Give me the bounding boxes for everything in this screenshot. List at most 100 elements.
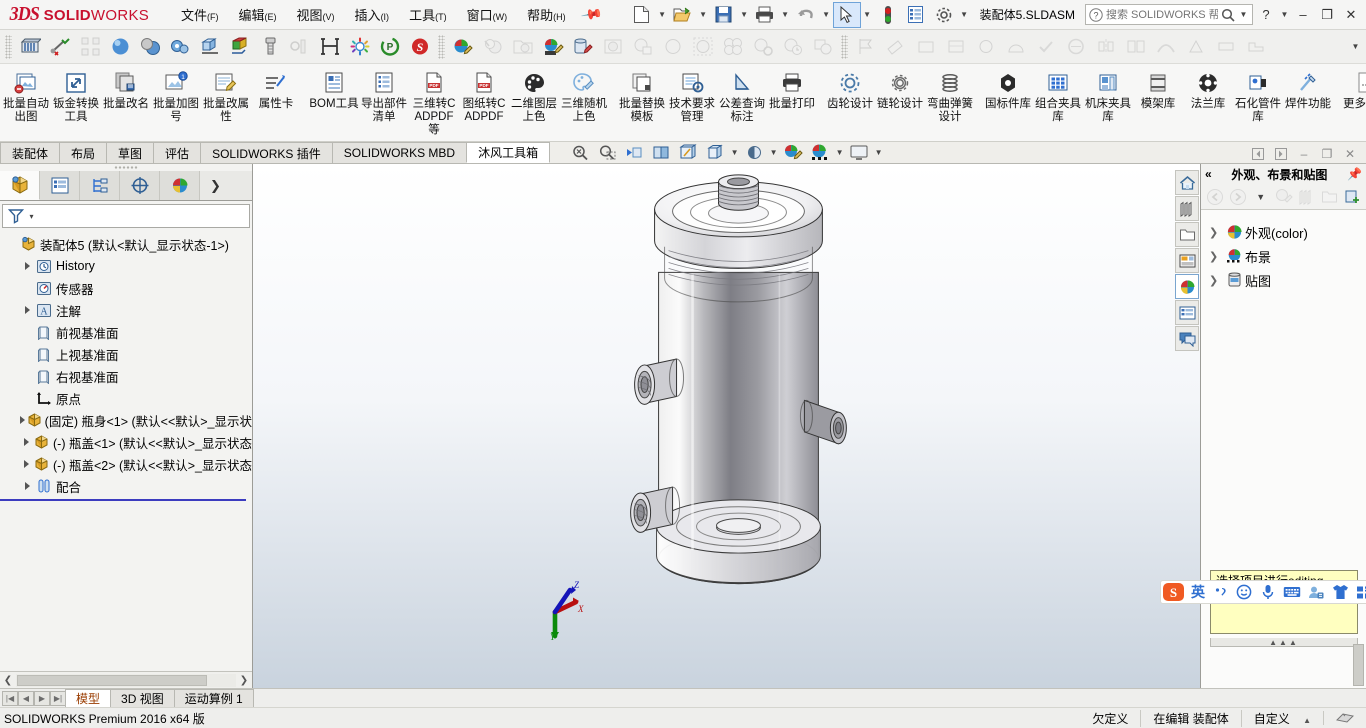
menu-edit[interactable]: 编辑(E) xyxy=(230,1,286,28)
chevron-right-icon[interactable]: ❯ xyxy=(200,171,252,200)
tolerance-annotation-button[interactable]: 公差查询标注 xyxy=(717,66,767,138)
photoview-preview-icon[interactable]: P xyxy=(375,33,405,61)
back-arrow-icon[interactable] xyxy=(1204,186,1226,208)
flag-icon[interactable] xyxy=(851,33,881,61)
flange-library-button[interactable]: 法兰库 xyxy=(1183,66,1233,138)
status-custom-caret-icon[interactable]: ▲ xyxy=(1303,716,1311,725)
batch-edit-property-button[interactable]: 批量改属性 xyxy=(201,66,251,138)
chevron-right-icon[interactable]: ❯ xyxy=(1209,274,1223,287)
drawing-to-cadpdf-button[interactable]: PDF 图纸转CADPDF xyxy=(459,66,509,138)
measure-2-icon[interactable] xyxy=(881,33,911,61)
last-tab-button[interactable]: ▶| xyxy=(50,690,66,706)
sensor-2-icon[interactable] xyxy=(971,33,1001,61)
forward-arrow-icon[interactable] xyxy=(1227,186,1249,208)
tshirt-icon[interactable] xyxy=(1330,582,1350,602)
rail-home-button[interactable] xyxy=(1175,170,1199,195)
task-panel-scroll-thumb[interactable] xyxy=(1353,644,1364,686)
scroll-track[interactable] xyxy=(16,673,236,687)
bom-tool-button[interactable]: BOM工具 xyxy=(309,66,359,138)
property-manager-tab[interactable] xyxy=(40,171,80,200)
simulation-icon[interactable]: S xyxy=(405,33,435,61)
save-caret-icon[interactable]: ▼ xyxy=(739,10,750,19)
cad3d-to-pdf-button[interactable]: PDF 三维转CADPDF等 xyxy=(409,66,459,138)
menu-tools[interactable]: 工具(T) xyxy=(400,1,456,28)
tab-sketch[interactable]: 草图 xyxy=(106,142,155,163)
tab-mufeng-toolbox[interactable]: 沐风工具箱 xyxy=(466,142,551,163)
expand-toggle[interactable] xyxy=(20,460,33,468)
bottom-tab-model[interactable]: 模型 xyxy=(65,689,112,707)
help-button[interactable]: ? xyxy=(1255,4,1277,26)
view-orientation-icon[interactable] xyxy=(675,142,701,163)
gears-icon[interactable] xyxy=(165,33,195,61)
configuration-manager-tab[interactable] xyxy=(80,171,120,200)
property-card-button[interactable]: 属性卡 xyxy=(251,66,301,138)
toolbar-grip-3[interactable] xyxy=(841,34,848,59)
keyboard-icon[interactable] xyxy=(1282,582,1302,602)
weldment-function-button[interactable]: 焊件功能 xyxy=(1283,66,1333,138)
structural-member-icon[interactable] xyxy=(315,33,345,61)
help-caret-icon[interactable]: ▼ xyxy=(1279,10,1290,19)
hide-show-icon[interactable] xyxy=(741,142,767,163)
tech-requirement-button[interactable]: 技术要求管理 xyxy=(667,66,717,138)
sphere-icon[interactable] xyxy=(658,33,688,61)
chevron-double-left-icon[interactable]: « xyxy=(1205,167,1212,181)
feature-tree-tab[interactable] xyxy=(0,171,40,200)
appearance-folder-icon[interactable] xyxy=(508,33,538,61)
sphere-history-icon[interactable] xyxy=(778,33,808,61)
select-button[interactable] xyxy=(832,1,861,28)
mold-base-library-button[interactable]: 模架库 xyxy=(1133,66,1183,138)
new-document-button[interactable] xyxy=(629,3,655,27)
tree-item-front-plane[interactable]: 前视基准面 xyxy=(0,321,252,343)
tree-item-annotations[interactable]: A 注解 xyxy=(0,299,252,321)
chevron-right-icon[interactable]: ❯ xyxy=(1209,250,1223,263)
measure-tool-icon[interactable] xyxy=(45,33,75,61)
rail-forum-button[interactable] xyxy=(1175,326,1199,351)
curvature-icon[interactable] xyxy=(1151,33,1181,61)
hint-resize-grip[interactable]: ▲▲▲ xyxy=(1210,638,1358,647)
sphere-restore-icon[interactable] xyxy=(808,33,838,61)
books-icon[interactable] xyxy=(1295,186,1317,208)
tab-evaluate[interactable]: 评估 xyxy=(153,142,202,163)
chevron-right-icon[interactable]: ❯ xyxy=(1209,226,1223,239)
minimize-button[interactable]: – xyxy=(1292,4,1314,26)
tree-root-assembly[interactable]: 装配体5 (默认<默认_显示状态-1>) xyxy=(0,233,252,255)
print-button[interactable] xyxy=(752,3,778,27)
open-document-caret-icon[interactable]: ▼ xyxy=(698,10,709,19)
feature-manager-splitter[interactable] xyxy=(0,164,252,171)
component-pattern-icon[interactable] xyxy=(75,33,105,61)
lighting-icon[interactable] xyxy=(598,33,628,61)
chevron-down-icon[interactable]: ▼ xyxy=(1250,186,1272,208)
multi-sphere-icon[interactable] xyxy=(718,33,748,61)
doc-restore-button[interactable]: ❐ xyxy=(1317,145,1337,163)
sogou-ime-bar[interactable]: S 英 xyxy=(1160,580,1366,604)
prev-tab-button[interactable]: ◀ xyxy=(18,690,34,706)
belt-chain-icon[interactable] xyxy=(285,33,315,61)
appearances-edit-2-icon[interactable] xyxy=(538,33,568,61)
geometry-analysis-icon[interactable] xyxy=(1061,33,1091,61)
compare-icon[interactable] xyxy=(1121,33,1151,61)
settings-button[interactable] xyxy=(931,3,957,27)
render-colors-icon[interactable] xyxy=(225,33,255,61)
search-input[interactable] xyxy=(1106,8,1218,21)
draft-analysis-icon[interactable] xyxy=(1181,33,1211,61)
photoview-icon[interactable] xyxy=(345,33,375,61)
copy-appearance-icon[interactable] xyxy=(135,33,165,61)
batch-replace-template-button[interactable]: 批量替换模板 xyxy=(617,66,667,138)
sprocket-design-button[interactable]: 链轮设计 xyxy=(875,66,925,138)
performance-icon[interactable] xyxy=(1001,33,1031,61)
bottom-tab-motion-study[interactable]: 运动算例 1 xyxy=(173,689,254,707)
tree-item-origin[interactable]: 原点 xyxy=(0,387,252,409)
fixture-library-button[interactable]: 组合夹具库 xyxy=(1033,66,1083,138)
pressure-vessel-model[interactable] xyxy=(253,164,1200,688)
ime-mode-label[interactable]: 英 xyxy=(1190,582,1206,602)
assembly-visualization-icon[interactable] xyxy=(15,33,45,61)
undercut-icon[interactable] xyxy=(1241,33,1271,61)
rail-custom-properties-button[interactable] xyxy=(1175,300,1199,325)
tree-item-history[interactable]: History xyxy=(0,255,252,277)
gear-design-button[interactable]: 齿轮设计 xyxy=(825,66,875,138)
extrude-feature-icon[interactable] xyxy=(195,33,225,61)
batch-auto-drawing-button[interactable]: 批量自动出图 xyxy=(1,66,51,138)
appearance-pencil-icon[interactable] xyxy=(1273,186,1295,208)
doc-prev-button[interactable] xyxy=(1248,145,1268,163)
symmetry-check-icon[interactable] xyxy=(1091,33,1121,61)
